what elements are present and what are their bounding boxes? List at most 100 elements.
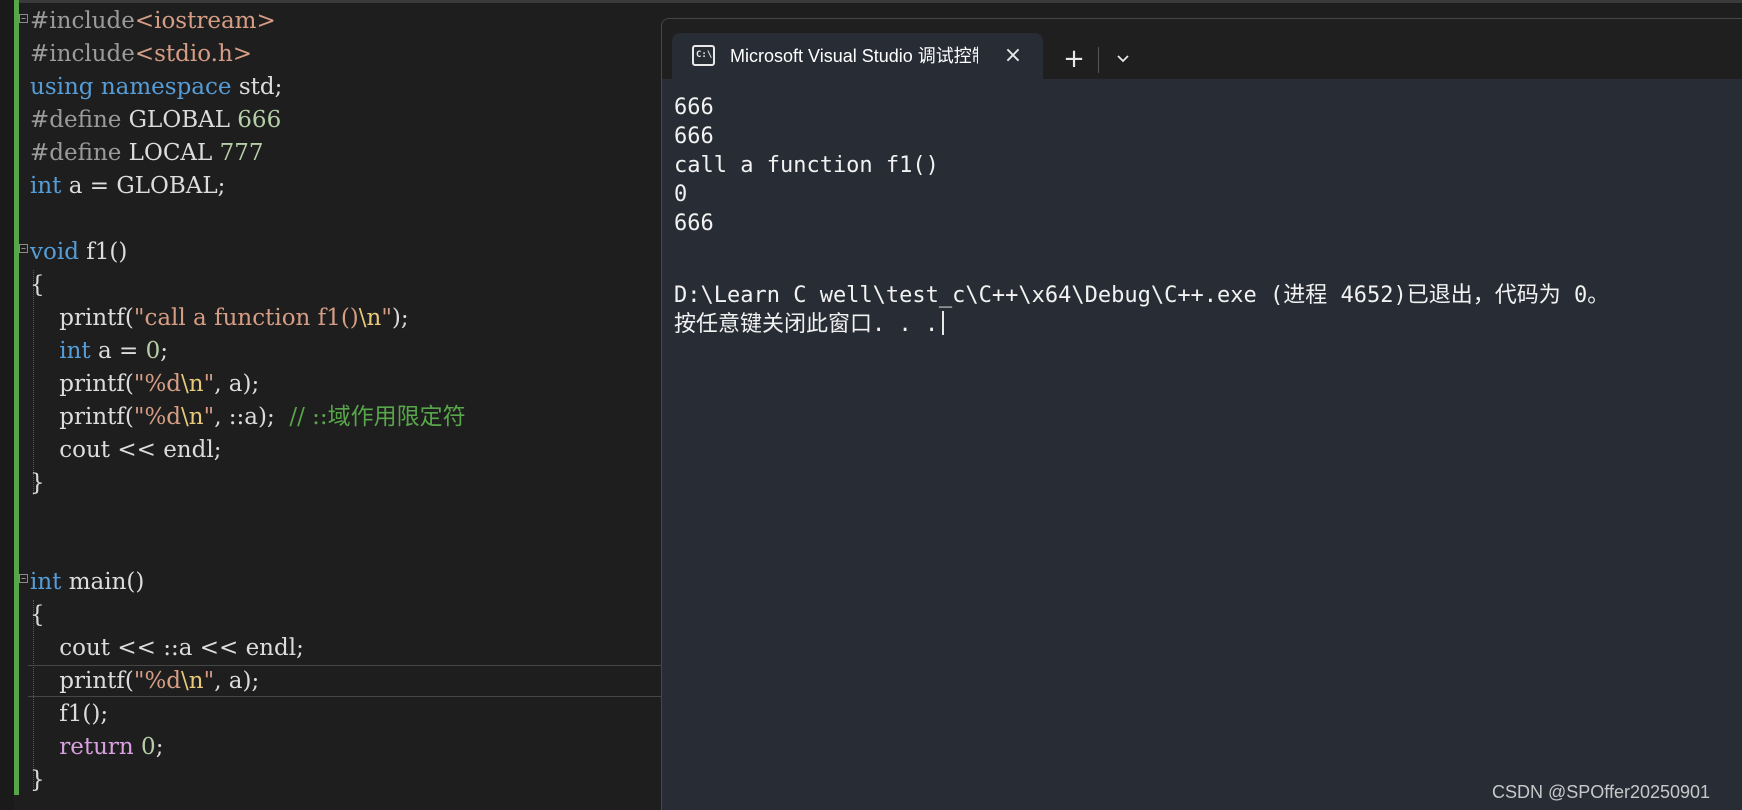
code-token: int [59, 338, 91, 364]
code-token: // ::域作用限定符 [289, 404, 466, 430]
new-tab-button[interactable]: + [1054, 41, 1094, 77]
console-text: 0 [674, 182, 688, 207]
code-token: <stdio.h> [134, 41, 253, 67]
editor-gutter [0, 0, 14, 810]
close-icon[interactable]: × [998, 41, 1028, 71]
code-token: { [30, 272, 45, 298]
code-line[interactable]: int a = GLOBAL; [30, 170, 670, 203]
code-token: 777 [219, 140, 264, 166]
code-line[interactable]: #define LOCAL 777 [30, 137, 670, 170]
code-token: cout << ::a << endl; [30, 635, 304, 661]
fold-toggle-main-icon[interactable]: − [19, 574, 28, 583]
code-token: printf( [30, 371, 134, 397]
code-token: std; [231, 74, 283, 100]
console-output[interactable]: 666 666 call a function f1() 0 666 D:\Learn C… [674, 93, 1734, 339]
code-token: 666 [237, 107, 282, 133]
code-line[interactable]: using namespace std; [30, 71, 670, 104]
code-token: ); [391, 305, 409, 331]
fold-toggle-f1-icon[interactable]: − [19, 244, 28, 253]
code-line[interactable] [30, 533, 670, 566]
code-line[interactable]: { [30, 599, 670, 632]
code-token: " [203, 404, 215, 430]
console-text: 按任意键关闭此窗口. . . [674, 312, 939, 337]
code-token: #define [30, 107, 122, 133]
code-token: ; [160, 338, 168, 364]
code-line[interactable] [30, 500, 670, 533]
code-token: "%d [133, 371, 182, 397]
change-tracking-bar [14, 0, 19, 795]
code-line[interactable]: { [30, 269, 670, 302]
code-token: "%d [133, 668, 182, 694]
code-token: #include [30, 8, 135, 34]
code-token: namespace [100, 74, 232, 100]
code-line[interactable]: #include<iostream> [30, 5, 670, 38]
code-line[interactable]: int main() [30, 566, 670, 599]
code-line[interactable]: printf("call a function f1()\n"); [30, 302, 670, 335]
code-token: \n [181, 404, 204, 430]
code-token: "%d [133, 404, 182, 430]
editor-top-rule [0, 0, 1742, 3]
console-text: 666 [674, 95, 714, 120]
console-line: D:\Learn C well\test_c\C++\x64\Debug\C++… [674, 281, 1734, 310]
console-line: 666 [674, 209, 1734, 238]
code-token: , a); [214, 668, 260, 694]
terminal-icon: C:\ [692, 45, 715, 66]
code-token: printf( [30, 404, 134, 430]
code-line[interactable]: cout << ::a << endl; [30, 632, 670, 665]
code-line[interactable]: f1(); [30, 698, 670, 731]
debug-console-window[interactable]: C:\ Microsoft Visual Studio 调试控制台 × + 66… [661, 18, 1742, 810]
code-token: { [30, 602, 45, 628]
code-token: printf( [30, 668, 134, 694]
code-line[interactable]: #define GLOBAL 666 [30, 104, 670, 137]
fold-toggle-includes-icon[interactable]: − [19, 14, 28, 23]
code-token: <iostream> [134, 8, 276, 34]
code-token: , ::a); [214, 404, 290, 430]
code-token: #define [30, 140, 122, 166]
code-token: int [30, 569, 62, 595]
code-line[interactable]: return 0; [30, 731, 670, 764]
code-token: "call a function f1() [133, 305, 359, 331]
console-line: call a function f1() [674, 151, 1734, 180]
code-token: , a); [214, 371, 260, 397]
code-line[interactable]: void f1() [30, 236, 670, 269]
watermark: CSDN @SPOffer20250901 [1492, 782, 1711, 802]
code-token: \n [358, 305, 382, 331]
tab-title: Microsoft Visual Studio 调试控制台 [730, 46, 978, 66]
console-line: 按任意键关闭此窗口. . . [674, 310, 1734, 339]
tab-divider [1098, 47, 1099, 73]
code-token: using [30, 74, 94, 100]
code-token: } [30, 767, 45, 793]
console-text: 666 [674, 124, 714, 149]
code-token: " [203, 371, 215, 397]
code-token: GLOBAL [121, 107, 238, 133]
console-line: 0 [674, 180, 1734, 209]
code-token: " [381, 305, 392, 331]
code-line[interactable]: printf("%d\n", a); [30, 368, 670, 401]
code-area[interactable]: #include<iostream> #include<stdio.h> using… [30, 5, 670, 797]
code-line[interactable] [30, 203, 670, 236]
code-token: void [30, 239, 79, 265]
code-token: \n [181, 668, 204, 694]
code-line[interactable]: printf("%d\n", a); [30, 665, 670, 698]
code-line[interactable]: #include<stdio.h> [30, 38, 670, 71]
code-token: f1(); [30, 701, 109, 727]
code-token: f1() [78, 239, 128, 265]
chevron-down-icon[interactable] [1103, 41, 1143, 77]
code-token: } [30, 470, 45, 496]
code-line[interactable]: } [30, 467, 670, 500]
code-line[interactable]: } [30, 764, 670, 797]
code-token: 0 [141, 734, 156, 760]
code-token: int [30, 173, 62, 199]
code-line[interactable]: printf("%d\n", ::a); // ::域作用限定符 [30, 401, 670, 434]
console-text: call a function f1() [674, 153, 939, 178]
tab-debug-console[interactable]: C:\ Microsoft Visual Studio 调试控制台 × [672, 33, 1043, 79]
code-line[interactable]: cout << endl; [30, 434, 670, 467]
console-text: D:\Learn C well\test_c\C++\x64\Debug\C++… [674, 283, 1610, 308]
code-line[interactable]: int a = 0; [30, 335, 670, 368]
code-token: LOCAL [121, 140, 220, 166]
terminal-tab-bar: C:\ Microsoft Visual Studio 调试控制台 × + [662, 19, 1742, 79]
